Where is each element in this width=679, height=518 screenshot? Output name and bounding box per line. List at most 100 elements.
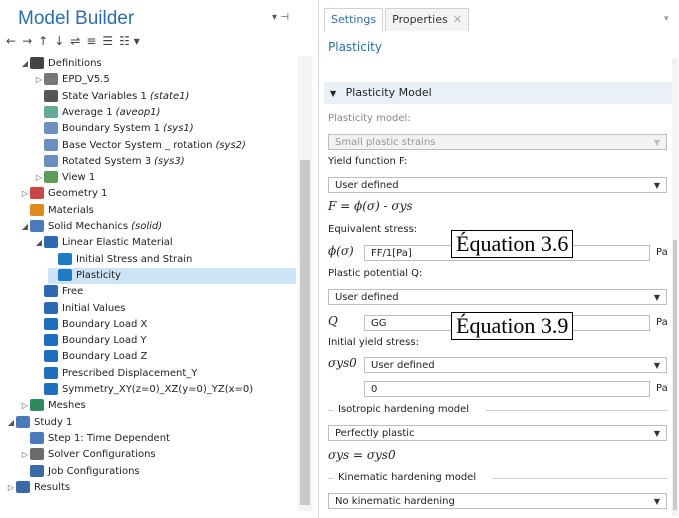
study-icon	[16, 415, 30, 428]
equivalent-stress-symbol: ϕ(σ)	[328, 244, 354, 258]
collapsed-arrow-icon[interactable]: ▷	[34, 72, 44, 88]
yield-function-value: User defined	[335, 180, 399, 191]
collapse-icon[interactable]: ≡	[86, 34, 96, 50]
prescribed-displacement-icon	[44, 366, 58, 379]
tree-item[interactable]: ▷ Solver Configurations	[20, 447, 156, 463]
tree-item[interactable]: Average 1 (aveop1)	[34, 105, 160, 121]
tree-item-label: Symmetry_XY(z=0)_XZ(y=0)_YZ(x=0)	[62, 384, 254, 395]
tree-item-label: Base Vector System _ rotation	[62, 139, 213, 151]
tab-menu-icon[interactable]: ▾	[664, 14, 669, 24]
section-plasticity-model[interactable]: ▼ Plasticity Model	[324, 82, 672, 104]
tree-item[interactable]: Base Vector System _ rotation (sys2)	[34, 138, 246, 154]
view-options-icon[interactable]: ☷ ▾	[119, 34, 140, 50]
yield-function-select[interactable]: User defined ▼	[328, 177, 667, 193]
sigma-ys0-select[interactable]: User defined ▼	[364, 357, 667, 373]
job-icon	[30, 464, 44, 477]
collapsed-arrow-icon[interactable]: ▷	[20, 447, 30, 463]
expanded-arrow-icon[interactable]: ◢	[6, 415, 16, 431]
plastic-potential-select[interactable]: User defined ▼	[328, 289, 667, 305]
expanded-arrow-icon[interactable]: ◢	[34, 235, 44, 251]
move-up-icon[interactable]: ↑	[38, 34, 48, 50]
panel-window-controls[interactable]: ▾ ⊣	[272, 12, 289, 23]
symmetry-icon	[44, 383, 58, 395]
kinematic-hardening-select[interactable]: No kinematic hardening ▼	[328, 493, 667, 509]
collapsed-arrow-icon[interactable]: ▷	[20, 398, 30, 414]
tree-item[interactable]: ◢ Solid Mechanics (solid)	[20, 219, 162, 235]
tree-item[interactable]: ▷ Meshes	[20, 398, 86, 414]
initial-yield-label: Initial yield stress:	[328, 337, 419, 348]
tab-properties[interactable]: Properties ✕	[385, 8, 469, 31]
tree-item[interactable]: ▷ View 1	[34, 170, 95, 186]
expanded-arrow-icon[interactable]: ◢	[20, 219, 30, 235]
show-icon[interactable]: ⇌	[70, 34, 80, 50]
tab-settings[interactable]: Settings	[324, 8, 384, 31]
move-down-icon[interactable]: ↓	[54, 34, 64, 50]
sigma-ys0-input[interactable]: 0	[364, 381, 650, 397]
tree-item[interactable]: ▷ Results	[6, 480, 70, 496]
chevron-down-icon: ▼	[653, 361, 660, 370]
tree-item-tag: (state1)	[149, 90, 190, 102]
tree-item[interactable]: Free	[34, 284, 83, 300]
tree-item[interactable]: Boundary Load Z	[34, 349, 147, 365]
boundary-load-icon	[44, 334, 58, 347]
tree-item[interactable]: State Variables 1 (state1)	[34, 89, 189, 105]
back-arrow-icon[interactable]: ←	[6, 34, 16, 50]
tree-item-label: Results	[34, 481, 71, 493]
equivalent-stress-label: Equivalent stress:	[328, 224, 418, 235]
tree-item[interactable]: Job Configurations	[20, 464, 140, 480]
tree-item[interactable]: Initial Values	[34, 301, 126, 317]
forward-arrow-icon[interactable]: →	[22, 34, 32, 50]
state-variables-icon	[44, 89, 58, 102]
tree-item-label: Initial Values	[62, 302, 126, 314]
tree-item[interactable]: ◢ Definitions	[20, 56, 102, 72]
geometry-icon	[30, 187, 44, 200]
kinematic-hardening-value: No kinematic hardening	[335, 496, 455, 507]
yield-equation: F = ϕ(σ) - σys	[328, 199, 413, 213]
chevron-down-icon: ▼	[653, 138, 660, 147]
average-icon	[44, 105, 58, 118]
tree-item-label: Solid Mechanics	[48, 221, 129, 232]
expanded-arrow-icon[interactable]: ◢	[20, 56, 30, 72]
tree-item[interactable]: Boundary Load Y	[34, 333, 147, 349]
rotated-system-icon	[44, 154, 58, 167]
collapsed-arrow-icon[interactable]: ▷	[20, 186, 30, 202]
panel-title: Plasticity	[328, 40, 382, 54]
tree-item[interactable]: Prescribed Displacement_Y	[34, 366, 197, 382]
isotropic-hardening-select[interactable]: Perfectly plastic ▼	[328, 425, 667, 441]
tree-item[interactable]: Plasticity	[48, 267, 296, 284]
tree-item[interactable]: Materials	[20, 203, 94, 219]
tree-item-label: Meshes	[48, 400, 86, 412]
initial-values-icon	[44, 301, 58, 314]
model-tree: ◢ Definitions ▷ EPD_V5.5 State Variables 1 (s…	[0, 56, 296, 516]
tree-item[interactable]: Rotated System 3 (sys3)	[34, 154, 185, 170]
tree-item[interactable]: Boundary Load X	[34, 317, 147, 333]
annotation-equation-3-6: Équation 3.6	[451, 230, 574, 258]
tree-item-label: Prescribed Displacement_Y	[62, 367, 198, 379]
plasticity-model-label: Plasticity model:	[328, 113, 411, 124]
tree-item[interactable]: ▷ EPD_V5.5	[34, 72, 110, 88]
tree-item[interactable]: ▷ Geometry 1	[20, 186, 107, 202]
tree-item-label: Rotated System 3	[62, 155, 152, 167]
boundary-load-icon	[44, 350, 58, 363]
close-icon[interactable]: ✕	[453, 13, 462, 26]
linear-elastic-icon	[44, 236, 58, 249]
equivalent-stress-unit: Pa	[656, 247, 668, 258]
tree-item[interactable]: ◢ Study 1	[6, 415, 72, 431]
plastic-potential-value: User defined	[335, 292, 399, 303]
tree-item-tag: (sys3)	[154, 155, 185, 167]
tab-properties-label: Properties	[392, 13, 448, 26]
tree-item[interactable]: Symmetry_XY(z=0)_XZ(y=0)_YZ(x=0)	[34, 382, 253, 398]
tree-item-tag: (solid)	[131, 221, 163, 232]
collapsed-arrow-icon[interactable]: ▷	[34, 170, 44, 186]
tree-item[interactable]: Initial Stress and Strain	[48, 252, 192, 268]
view-icon	[44, 171, 58, 184]
expand-icon[interactable]: ☰	[102, 34, 113, 50]
tree-item-label: Job Configurations	[48, 465, 140, 477]
annotation-equation-3-9: Équation 3.9	[451, 312, 574, 340]
tree-item[interactable]: Step 1: Time Dependent	[20, 431, 170, 447]
collapsed-arrow-icon[interactable]: ▷	[6, 480, 16, 496]
tree-scrollbar-thumb[interactable]	[300, 160, 310, 505]
tree-item[interactable]: Boundary System 1 (sys1)	[34, 121, 194, 137]
tree-item[interactable]: ◢ Linear Elastic Material	[34, 235, 173, 251]
settings-scrollbar-thumb[interactable]	[673, 240, 677, 510]
